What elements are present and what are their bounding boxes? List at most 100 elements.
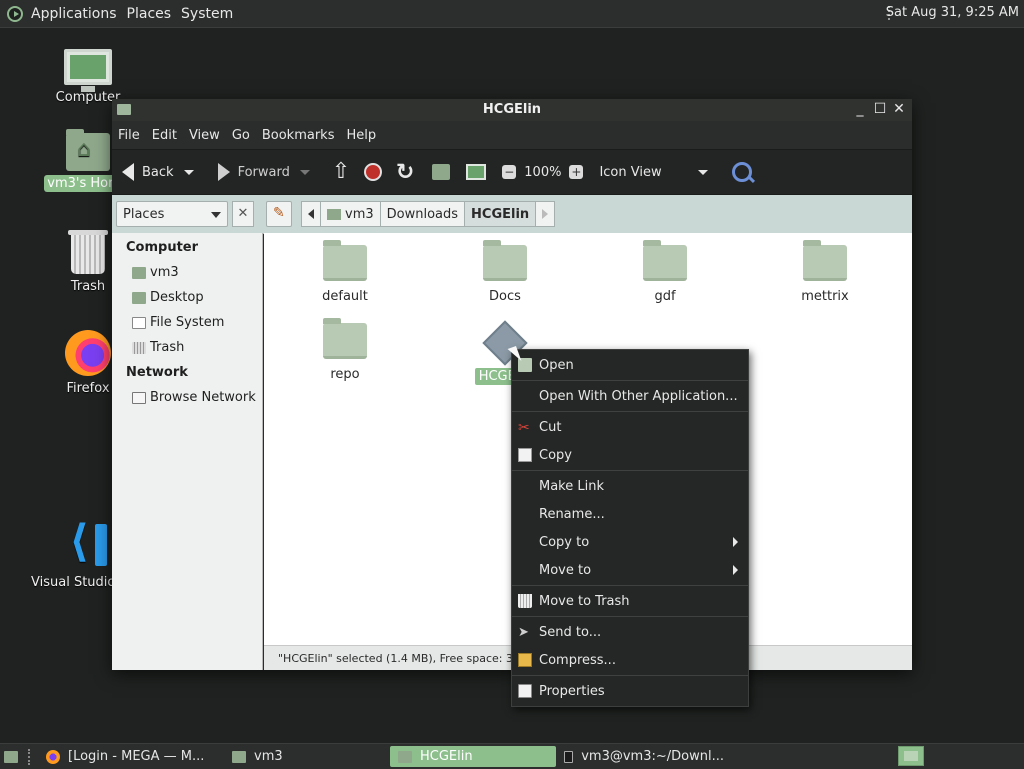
menu-separator [512, 585, 748, 586]
home-folder-icon [66, 129, 110, 171]
sidebar-item-filesystem[interactable]: File System [132, 310, 262, 335]
menu-item-label: Move to Trash [539, 593, 630, 609]
chevron-right-icon [542, 209, 549, 219]
folder-icon [398, 750, 412, 763]
back-button[interactable]: Back [122, 163, 194, 181]
folder-icon [483, 240, 527, 281]
zoom-in-button[interactable]: + [569, 165, 584, 179]
menu-bookmarks[interactable]: Bookmarks [262, 128, 335, 143]
trash-icon [132, 341, 146, 354]
taskbar-item-hcgelin[interactable]: HCGElin [390, 746, 556, 767]
context-menu-cut[interactable]: Cut [512, 413, 748, 441]
context-menu-properties[interactable]: Properties [512, 677, 748, 705]
menu-system[interactable]: System [181, 6, 233, 22]
stop-icon[interactable] [363, 163, 382, 181]
menu-edit[interactable]: Edit [152, 128, 177, 143]
menu-separator [512, 675, 748, 676]
forward-button[interactable]: Forward [217, 163, 310, 181]
breadcrumb-vm3[interactable]: vm3 [320, 201, 381, 227]
show-desktop-icon [4, 750, 18, 763]
menu-go[interactable]: Go [232, 128, 250, 143]
chevron-down-icon [211, 212, 221, 218]
menubar: File Edit View Go Bookmarks Help [112, 121, 912, 149]
context-menu-move-to[interactable]: Move to [512, 556, 748, 584]
panel-separator [28, 748, 32, 765]
folder-icon [323, 318, 367, 359]
sidebar-item-desktop[interactable]: Desktop [132, 285, 262, 310]
taskbar-item-firefox[interactable]: [Login - MEGA — M... [38, 746, 224, 767]
menu-file[interactable]: File [118, 128, 140, 143]
menu-item-label: Make Link [539, 478, 604, 494]
breadcrumb-hcgelin[interactable]: HCGElin [464, 201, 537, 227]
menu-item-label: Compress... [539, 652, 616, 668]
folder-icon [643, 240, 687, 281]
distro-logo-icon[interactable] [7, 5, 23, 22]
context-menu-open[interactable]: Open [512, 351, 748, 379]
menu-places[interactable]: Places [127, 6, 172, 22]
context-menu-send-to[interactable]: Send to... [512, 618, 748, 646]
context-menu-move-to-trash[interactable]: Move to Trash [512, 587, 748, 615]
clock[interactable]: Sat Aug 31, 9:25 AM [886, 5, 1019, 20]
toolbar: Back Forward ↻ − 100% + Icon View [112, 149, 912, 195]
close-sidebar-button[interactable]: ✕ [232, 201, 254, 227]
file-item-docs[interactable]: Docs [450, 240, 560, 304]
context-menu-compress[interactable]: Compress... [512, 646, 748, 674]
home-icon[interactable] [432, 164, 451, 180]
menu-applications[interactable]: Applications [31, 6, 117, 22]
bottom-panel: [Login - MEGA — M... vm3 HCGElin vm3@vm3… [0, 743, 1024, 769]
close-button[interactable]: ✕ [891, 101, 907, 117]
desktop-icon-computer[interactable]: Computer [43, 49, 133, 106]
menu-item-label: Move to [539, 562, 592, 578]
home-icon [132, 266, 146, 279]
sidebar-item-trash[interactable]: Trash [132, 335, 262, 360]
trash-icon [518, 594, 532, 608]
back-history-dropdown[interactable] [183, 169, 194, 175]
firefox-icon [65, 330, 111, 376]
file-item-repo[interactable]: repo [290, 318, 400, 382]
sidebar-item-browse-network[interactable]: Browse Network [132, 385, 262, 410]
chevron-left-icon [308, 209, 314, 219]
view-mode-select[interactable]: Icon View [599, 164, 708, 180]
maximize-button[interactable]: ☐ [872, 101, 888, 117]
sidebar-item-vm3[interactable]: vm3 [132, 260, 262, 285]
context-menu-copy[interactable]: Copy [512, 441, 748, 469]
taskbar-item-vm3[interactable]: vm3 [224, 746, 390, 767]
context-menu-open-with[interactable]: Open With Other Application... [512, 382, 748, 410]
menu-help[interactable]: Help [346, 128, 376, 143]
forward-history-dropdown[interactable] [299, 169, 310, 175]
file-label: gdf [654, 289, 676, 304]
computer-icon[interactable] [466, 164, 487, 180]
context-menu-copy-to[interactable]: Copy to [512, 528, 748, 556]
taskbar-item-terminal[interactable]: vm3@vm3:~/Downl... [556, 746, 732, 767]
firefox-icon [46, 749, 60, 764]
menu-separator [512, 411, 748, 412]
breadcrumb-scroll-left[interactable] [301, 201, 321, 227]
workspace-switcher[interactable] [898, 746, 924, 766]
minimize-button[interactable]: _ [852, 101, 868, 117]
forward-label: Forward [237, 164, 290, 180]
search-icon[interactable] [731, 162, 752, 182]
show-desktop-button[interactable] [0, 746, 22, 767]
breadcrumb: vm3 Downloads HCGElin [301, 201, 556, 227]
sidebar-pane-select[interactable]: Places [116, 201, 228, 227]
sidebar-item-label: Browse Network [150, 390, 256, 405]
window-titlebar[interactable]: HCGElin _ ☐ ✕ [112, 99, 912, 121]
sidebar-header-computer: Computer [126, 240, 199, 255]
taskbar-item-label: vm3@vm3:~/Downl... [581, 749, 724, 764]
edit-location-button[interactable] [266, 201, 292, 227]
zoom-out-button[interactable]: − [502, 165, 517, 179]
view-mode-label: Icon View [599, 164, 662, 180]
breadcrumb-scroll-right[interactable] [535, 201, 556, 227]
file-item-mettrix[interactable]: mettrix [770, 240, 880, 304]
file-item-gdf[interactable]: gdf [610, 240, 720, 304]
properties-icon [518, 684, 532, 698]
sidebar-header-network: Network [126, 365, 188, 380]
up-icon[interactable] [332, 159, 350, 184]
breadcrumb-downloads[interactable]: Downloads [379, 201, 466, 227]
context-menu-make-link[interactable]: Make Link [512, 472, 748, 500]
desktop-icon-label: Trash [70, 279, 106, 294]
menu-view[interactable]: View [189, 128, 220, 143]
reload-icon[interactable]: ↻ [396, 160, 414, 185]
file-item-default[interactable]: default [290, 240, 400, 304]
context-menu-rename[interactable]: Rename... [512, 500, 748, 528]
